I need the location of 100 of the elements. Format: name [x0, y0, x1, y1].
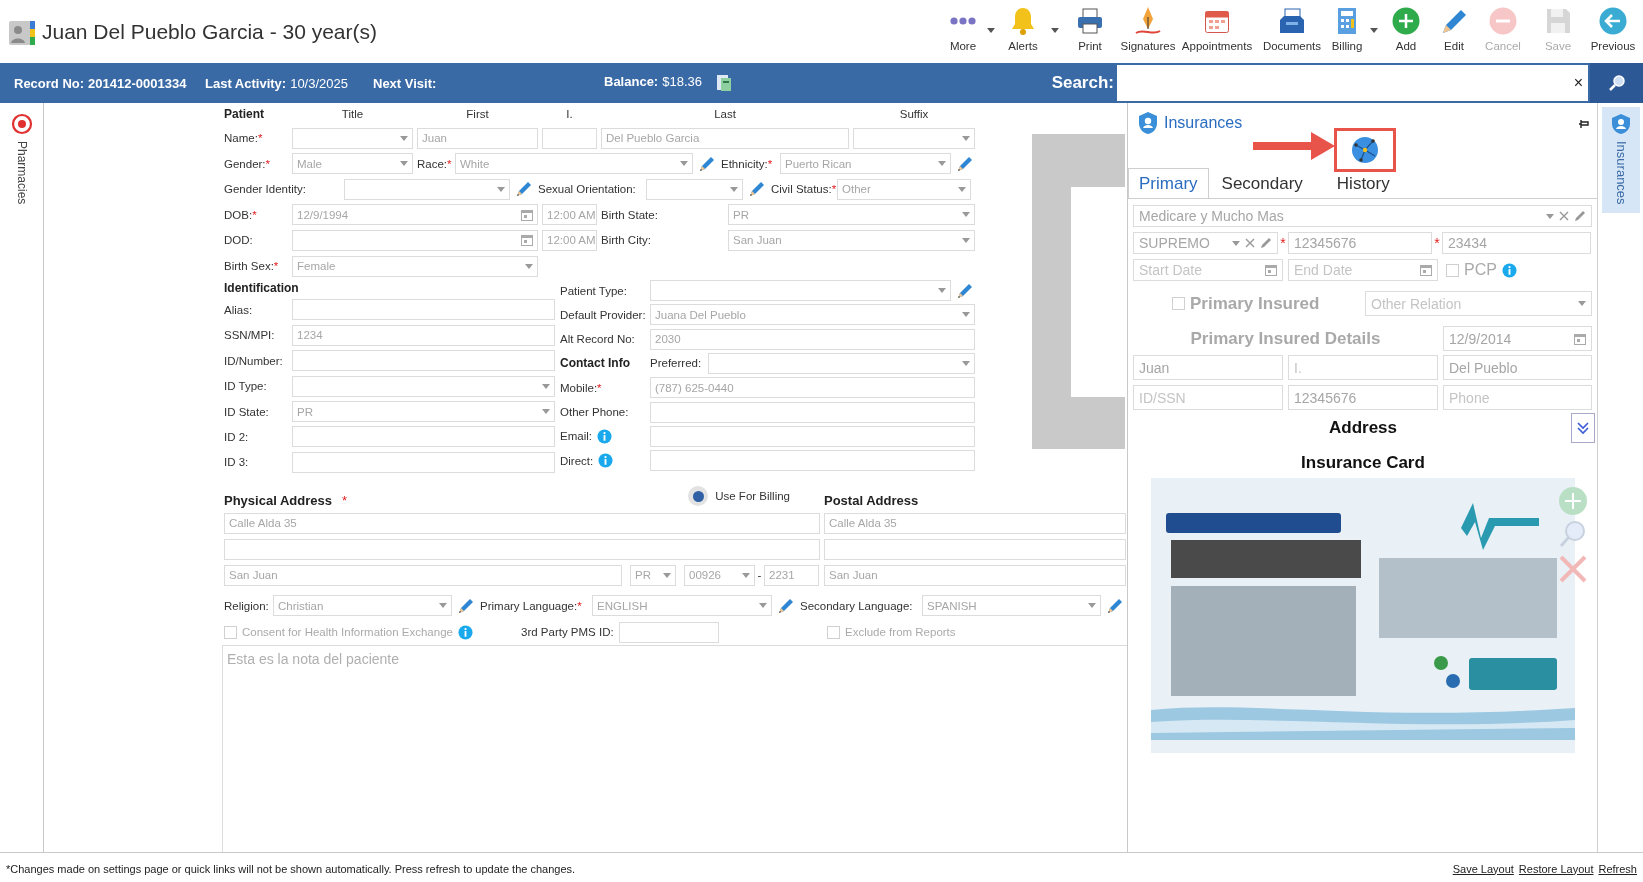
clear-button[interactable]: ×: [1573, 74, 1583, 92]
toolbar-button[interactable]: Billing: [1327, 0, 1381, 63]
dropdown-field[interactable]: PR: [728, 204, 975, 226]
text-field[interactable]: 1234: [292, 324, 555, 346]
dropdown-field[interactable]: [650, 280, 951, 302]
radio-button[interactable]: [688, 486, 709, 507]
time-field[interactable]: 12:00 AM: [542, 229, 597, 251]
dropdown-field[interactable]: Medicare y Mucho Mas: [1133, 205, 1592, 227]
info-icon[interactable]: [596, 428, 612, 444]
tab[interactable]: Primary: [1128, 168, 1209, 198]
delete-icon[interactable]: [1558, 554, 1588, 584]
dropdown-field[interactable]: [708, 352, 975, 374]
dropdown-field[interactable]: Other: [837, 178, 971, 200]
text-field[interactable]: [650, 425, 975, 447]
dropdown-field[interactable]: [344, 178, 510, 200]
text-field[interactable]: [542, 127, 597, 149]
text-field[interactable]: Del Pueblo: [1443, 355, 1592, 380]
magnifier-icon[interactable]: [1558, 519, 1588, 549]
dropdown-field[interactable]: Male: [292, 153, 413, 175]
toolbar-button[interactable]: Signatures: [1119, 0, 1177, 63]
text-field[interactable]: 2030: [650, 328, 975, 350]
time-field[interactable]: 12:00 AM: [542, 204, 597, 226]
pin-icon[interactable]: [1579, 119, 1589, 129]
search-field[interactable]: ×: [1117, 65, 1588, 101]
info-icon[interactable]: [598, 453, 614, 469]
link[interactable]: Save Layout: [1452, 862, 1514, 875]
dropdown-field[interactable]: PR: [292, 401, 555, 422]
text-field[interactable]: Phone: [1443, 385, 1592, 410]
tab[interactable]: Secondary: [1208, 168, 1326, 198]
toolbar-button[interactable]: Previous: [1587, 0, 1639, 63]
dropdown-field[interactable]: [646, 178, 743, 200]
text-field[interactable]: San Juan: [224, 564, 622, 586]
clear-icon[interactable]: [1559, 211, 1569, 221]
globe-icon[interactable]: [1351, 136, 1379, 164]
dropdown-field[interactable]: SUPREMO: [1133, 232, 1278, 254]
toolbar-button[interactable]: Alerts: [997, 0, 1061, 63]
dropdown-field[interactable]: Female: [292, 255, 538, 277]
text-field[interactable]: Juan: [1133, 355, 1283, 380]
text-field[interactable]: Del Pueblo Garcia: [601, 127, 849, 149]
text-field[interactable]: [619, 621, 719, 643]
text-field[interactable]: ID/SSN: [1133, 385, 1283, 410]
date-field[interactable]: Start Date: [1133, 259, 1283, 281]
toolbar-button[interactable]: Print: [1061, 0, 1119, 63]
info-icon[interactable]: [1501, 262, 1517, 278]
date-field[interactable]: 12/9/1994: [292, 204, 538, 226]
dropdown-field[interactable]: 00926: [684, 564, 755, 586]
checkbox[interactable]: [1172, 297, 1185, 310]
dropdown-field[interactable]: Puerto Rican: [780, 153, 951, 175]
clear-icon[interactable]: [1245, 238, 1255, 248]
toolbar-button[interactable]: Appointments: [1177, 0, 1257, 63]
date-field[interactable]: End Date: [1288, 259, 1438, 281]
dropdown-field[interactable]: Christian: [273, 595, 452, 617]
date-field[interactable]: [292, 229, 538, 251]
text-field[interactable]: Juan: [417, 127, 538, 149]
text-field[interactable]: [224, 538, 820, 560]
pencil-icon[interactable]: [1574, 210, 1586, 222]
dropdown-field[interactable]: PR: [630, 564, 676, 586]
dropdown-field[interactable]: [292, 375, 555, 397]
text-field[interactable]: San Juan: [824, 564, 1126, 586]
dropdown-field[interactable]: San Juan: [728, 229, 975, 251]
text-field[interactable]: [824, 538, 1126, 560]
text-field[interactable]: 12345676: [1288, 232, 1432, 254]
text-field[interactable]: [650, 450, 975, 472]
text-field[interactable]: Calle Alda 35: [224, 512, 820, 534]
text-field[interactable]: (787) 625-0440: [650, 377, 975, 399]
text-field[interactable]: [292, 299, 555, 321]
add-icon[interactable]: [1558, 486, 1588, 516]
expand-button[interactable]: [1571, 413, 1595, 443]
side-tab[interactable]: Insurances: [1602, 107, 1640, 213]
text-field[interactable]: [292, 350, 555, 372]
link[interactable]: Restore Layout: [1518, 862, 1594, 875]
search-button[interactable]: [1590, 63, 1643, 103]
pencil-icon[interactable]: [1260, 237, 1272, 249]
notes-field[interactable]: Esta es la nota del paciente: [222, 645, 1127, 852]
text-field[interactable]: [650, 401, 975, 423]
dropdown-field[interactable]: [853, 127, 975, 149]
dropdown-field[interactable]: Other Relation: [1365, 291, 1592, 316]
text-field[interactable]: 2231: [764, 564, 819, 586]
toolbar-button[interactable]: Add: [1381, 0, 1431, 63]
dropdown-field[interactable]: SPANISH: [922, 595, 1101, 617]
text-field[interactable]: [292, 451, 555, 473]
text-field[interactable]: 12345676: [1288, 385, 1438, 410]
toolbar-button[interactable]: Edit: [1431, 0, 1477, 63]
toolbar-button[interactable]: Documents: [1257, 0, 1327, 63]
dropdown-field[interactable]: Juana Del Pueblo: [650, 304, 975, 326]
checkbox[interactable]: [224, 625, 237, 639]
text-field[interactable]: [292, 426, 555, 448]
tab[interactable]: History: [1325, 168, 1401, 198]
date-field[interactable]: 12/9/2014: [1443, 326, 1592, 351]
checkbox[interactable]: [1446, 263, 1459, 277]
dropdown-field[interactable]: White: [455, 153, 693, 175]
toolbar-button[interactable]: More: [941, 0, 997, 63]
text-field[interactable]: Calle Alda 35: [824, 512, 1126, 534]
checkbox[interactable]: [827, 625, 840, 639]
link[interactable]: Refresh: [1598, 862, 1637, 875]
side-tab[interactable]: Pharmacies: [0, 113, 43, 205]
text-field[interactable]: 23434: [1442, 232, 1591, 254]
dropdown-field[interactable]: [292, 127, 413, 149]
info-icon[interactable]: [457, 624, 473, 640]
dropdown-field[interactable]: ENGLISH: [592, 595, 772, 617]
